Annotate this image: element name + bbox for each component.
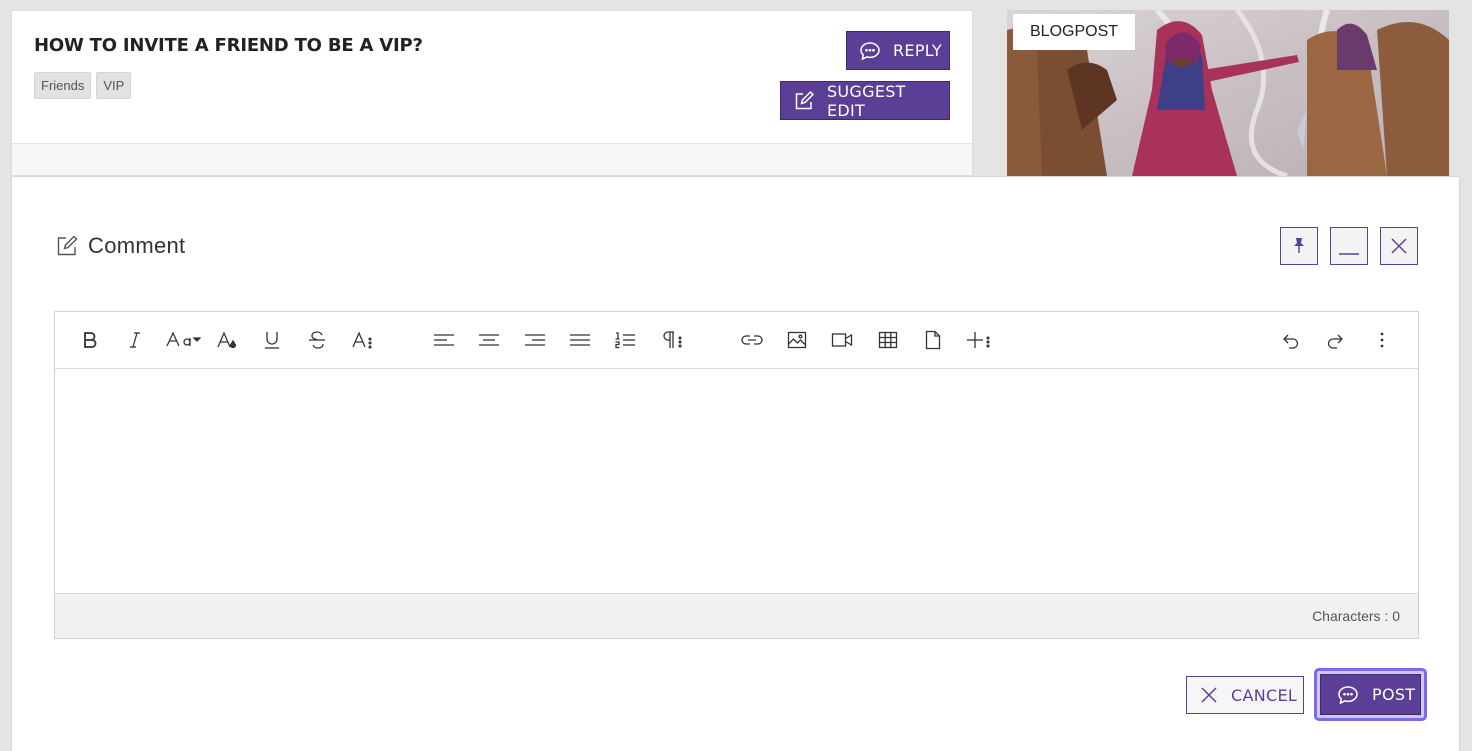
italic-button[interactable] (118, 324, 152, 356)
insert-video-button[interactable] (825, 324, 859, 356)
align-right-icon (525, 334, 545, 346)
close-icon (1201, 687, 1217, 703)
comment-modal-header: Comment (56, 233, 185, 259)
question-card-footer (12, 143, 972, 175)
more-text-button[interactable] (346, 324, 380, 356)
chat-bubble-icon (860, 41, 880, 60)
insert-image-button[interactable] (780, 324, 814, 356)
strikethrough-button[interactable] (300, 324, 334, 356)
text-color-icon (217, 331, 237, 349)
table-icon (878, 331, 898, 349)
tag-vip[interactable]: VIP (96, 72, 132, 99)
comment-modal: Comment Characters: 0 CANCEL POST (11, 176, 1460, 751)
suggest-edit-label: SUGGEST EDIT (826, 81, 906, 120)
text-color-button[interactable] (210, 324, 244, 356)
more-paragraph-button[interactable] (655, 324, 689, 356)
comment-modal-title: Comment (88, 233, 186, 258)
undo-icon (1283, 334, 1299, 349)
minimize-icon (1339, 253, 1359, 255)
image-icon (787, 331, 807, 349)
align-right-button[interactable] (518, 324, 552, 356)
more-text-icon (352, 331, 372, 349)
undo-button[interactable] (1273, 324, 1307, 356)
ordered-list-button[interactable] (608, 324, 642, 356)
suggest-edit-button[interactable]: SUGGEST EDIT (780, 81, 950, 120)
reply-label: REPLY (893, 41, 942, 60)
chat-bubble-icon (1338, 685, 1358, 704)
underline-button[interactable] (255, 324, 289, 356)
align-left-button[interactable] (427, 324, 461, 356)
character-count: Characters : 0 (1312, 608, 1400, 624)
insert-table-button[interactable] (871, 324, 905, 356)
tag-friends[interactable]: Friends (34, 72, 92, 99)
align-justify-button[interactable] (563, 324, 597, 356)
insert-link-button[interactable] (735, 324, 769, 356)
close-icon (1391, 238, 1407, 254)
bold-icon (84, 332, 97, 348)
edit-icon (795, 90, 815, 109)
redo-button[interactable] (1319, 324, 1353, 356)
more-options-icon (1380, 332, 1384, 348)
align-center-icon (479, 334, 499, 346)
font-size-button[interactable] (163, 324, 203, 356)
italic-icon (130, 332, 140, 348)
more-paragraph-icon (663, 331, 682, 348)
question-title: HOW TO INVITE A FRIEND TO BE A VIP? (34, 35, 423, 56)
insert-file-button[interactable] (916, 324, 950, 356)
tag-list: Friends VIP (34, 72, 132, 99)
link-icon (741, 335, 763, 345)
pin-button[interactable] (1280, 227, 1318, 265)
edit-icon (57, 235, 78, 256)
close-button[interactable] (1380, 227, 1418, 265)
align-left-icon (434, 334, 454, 346)
reply-button[interactable]: REPLY (846, 31, 950, 70)
post-label: POST (1372, 685, 1416, 704)
redo-icon (1327, 334, 1343, 349)
editor-toolbar (55, 312, 1418, 369)
align-center-button[interactable] (472, 324, 506, 356)
cancel-button[interactable]: CANCEL (1186, 676, 1304, 714)
pin-icon (1294, 238, 1304, 253)
blogpost-card[interactable]: BLOGPOST (1007, 10, 1449, 176)
font-size-icon (166, 331, 201, 347)
rich-text-editor: Characters : 0 (54, 311, 1419, 639)
post-button[interactable]: POST (1320, 674, 1421, 715)
minimize-button[interactable] (1330, 227, 1368, 265)
align-justify-icon (570, 334, 590, 346)
more-options-button[interactable] (1365, 324, 1399, 356)
underline-icon (265, 332, 279, 349)
editor-status-bar: Characters : 0 (55, 593, 1418, 638)
more-insert-icon (967, 332, 990, 348)
ordered-list-icon (615, 332, 635, 349)
strikethrough-icon (309, 331, 325, 349)
cancel-label: CANCEL (1231, 685, 1298, 705)
editor-content-area[interactable] (55, 369, 1418, 594)
video-icon (831, 333, 853, 347)
bold-button[interactable] (73, 324, 107, 356)
blogpost-label: BLOGPOST (1013, 14, 1136, 50)
file-icon (925, 330, 941, 350)
more-insert-button[interactable] (962, 324, 996, 356)
